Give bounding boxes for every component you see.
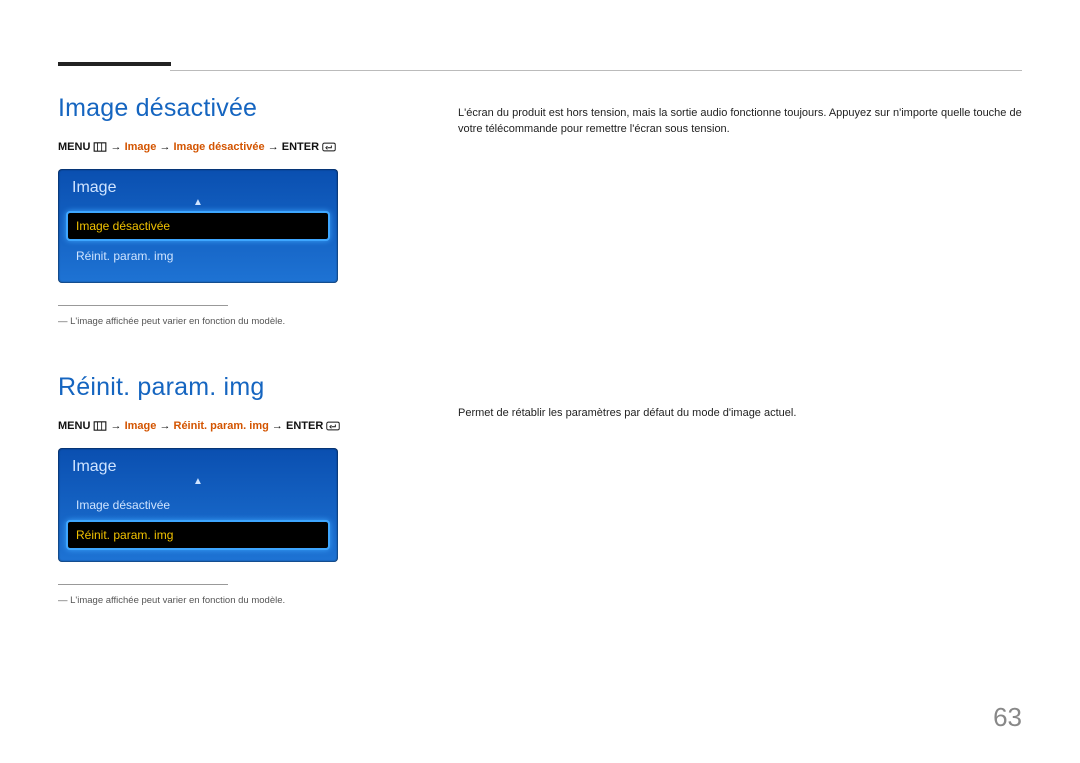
section2-title: Réinit. param. img (58, 373, 438, 402)
bc-menu: MENU (58, 420, 90, 432)
osd-row-image-desactivee[interactable]: Image désactivée (68, 213, 328, 239)
section1-note: ― L'image affichée peut varier en foncti… (58, 316, 438, 327)
chevron-up-icon: ▲ (58, 478, 338, 488)
section1-breadcrumb: MENU → Image → Image désactivée → ENTER (58, 141, 438, 155)
bc-arrow: → (159, 141, 170, 153)
section1-title: Image désactivée (58, 94, 438, 123)
page-number: 63 (993, 702, 1022, 733)
enter-icon (326, 421, 340, 434)
chevron-up-icon: ▲ (58, 199, 338, 209)
section1-body: L'écran du produit est hors tension, mai… (458, 106, 1022, 138)
bc-arrow: → (159, 420, 170, 432)
bc-step2: Réinit. param. img (174, 420, 269, 432)
bc-arrow: → (111, 420, 122, 432)
section1-osd-panel: Image ▲ Image désactivée Réinit. param. … (58, 169, 338, 283)
osd-row-reinit[interactable]: Réinit. param. img (68, 243, 328, 269)
menu-icon (93, 142, 107, 155)
section2-osd-panel: Image ▲ Image désactivée Réinit. param. … (58, 448, 338, 562)
osd-title: Image (58, 448, 338, 478)
section2-note: ― L'image affichée peut varier en foncti… (58, 595, 438, 606)
bc-step1: Image (125, 141, 157, 153)
bc-menu: MENU (58, 141, 90, 153)
section2-body: Permet de rétablir les paramètres par dé… (458, 406, 1022, 422)
note-text: L'image affichée peut varier en fonction… (70, 595, 285, 606)
bc-enter: ENTER (282, 141, 319, 153)
bc-arrow: → (268, 141, 279, 153)
menu-icon (93, 421, 107, 434)
osd-row-image-desactivee[interactable]: Image désactivée (68, 492, 328, 518)
osd-title: Image (58, 169, 338, 199)
bc-enter: ENTER (286, 420, 323, 432)
bc-arrow: → (111, 141, 122, 153)
note-rule (58, 305, 228, 306)
bc-step2: Image désactivée (174, 141, 265, 153)
bc-arrow: → (272, 420, 283, 432)
bc-step1: Image (125, 420, 157, 432)
enter-icon (322, 142, 336, 155)
osd-row-reinit[interactable]: Réinit. param. img (68, 522, 328, 548)
section2-breadcrumb: MENU → Image → Réinit. param. img → ENTE… (58, 420, 438, 434)
note-text: L'image affichée peut varier en fonction… (70, 316, 285, 327)
note-rule (58, 584, 228, 585)
